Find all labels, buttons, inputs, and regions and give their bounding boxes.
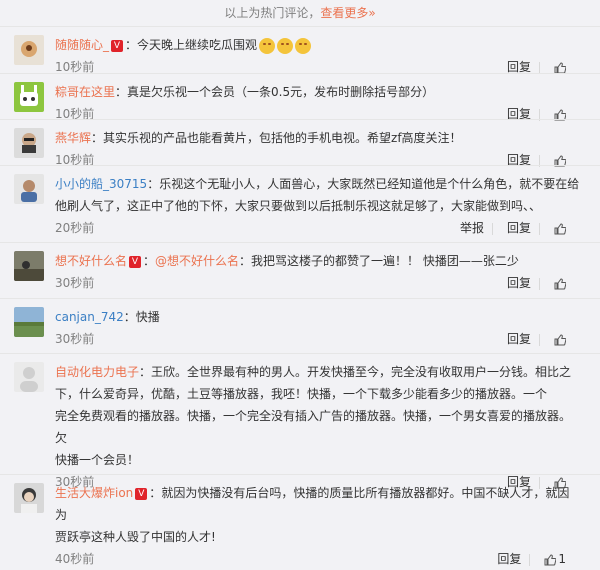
member-badge-icon: V [129, 255, 142, 268]
divider [539, 61, 540, 74]
comment-item: 想不好什么名 V ：@想不好什么名：我把骂这楼子的都赞了一遍！！ 快播团——张二少 … [0, 242, 600, 298]
comment-item: 生活大爆炸ion V ：就因为快播没有后台吗，快播的质量比所有播放器都好。中国不缺人… [0, 474, 600, 566]
see-more-link[interactable]: 查看更多» [320, 6, 375, 20]
separator: ： [125, 38, 138, 52]
comment-item: 随随随心_ V ：今天晚上继续吃瓜围观 10秒前 回复 [0, 26, 600, 74]
avatar[interactable] [14, 174, 44, 204]
like-icon[interactable] [544, 553, 557, 566]
avatar[interactable] [14, 483, 44, 513]
comment-item: 粽哥在这里：真是欠乐视一个会员（一条0.5元，发布时删除括号部分） 10秒前 回… [0, 73, 600, 121]
separator: ： [115, 85, 128, 99]
comment-text: 完全免费观看的播放器。快播，一个完全没有插入广告的播放器。快播，一个男女喜爱的播… [55, 409, 572, 445]
comment-item: 小小的船_30715：乐视这个无耻小人，人面兽心，大家既然已经知道他是个什么角色… [0, 165, 600, 242]
comment-text: 其实乐视的产品也能看黄片，包括他的手机电视。希望zf高度关注！ [103, 131, 462, 145]
reply-button[interactable]: 回复 [497, 552, 521, 566]
comment-time: 10秒前 [55, 60, 95, 74]
like-icon[interactable] [554, 333, 566, 346]
user-name[interactable]: 燕华辉 [55, 131, 91, 145]
reply-button[interactable]: 回复 [507, 332, 531, 346]
divider [539, 277, 540, 290]
separator: ： [147, 177, 160, 191]
hot-comments-bar: 以上为热门评论，查看更多» [0, 0, 600, 26]
user-name[interactable]: 自动化电力电子 [55, 365, 139, 379]
avatar[interactable] [14, 251, 44, 281]
avatar[interactable] [14, 362, 44, 392]
comment-item: 燕华辉：其实乐视的产品也能看黄片，包括他的手机电视。希望zf高度关注！ 10秒前… [0, 119, 600, 167]
user-name[interactable]: 粽哥在这里 [55, 85, 115, 99]
divider [529, 553, 531, 566]
avatar[interactable] [14, 307, 44, 337]
comment-time: 30秒前 [55, 276, 95, 290]
comment-text: 乐视这个无耻小人，人面兽心，大家既然已经知道他是个什么角色，就不要在给 [159, 177, 580, 191]
comment-text: 贾跃亭这种人毁了中国的人才! [55, 530, 216, 544]
separator: ： [123, 310, 136, 324]
comment-item: 自动化电力电子：王欣。全世界最有种的男人。开发快播至今，完全没有收取用户一分钱。… [0, 353, 600, 489]
separator: ： [143, 254, 156, 268]
user-name[interactable]: canjan_742 [55, 310, 124, 324]
emoji-icon [259, 37, 276, 54]
like-count: 1 [558, 552, 566, 566]
user-name[interactable]: 想不好什么名 [55, 254, 127, 268]
separator: ： [149, 486, 162, 500]
comment-text: 今天晚上继续吃瓜围观 [137, 38, 258, 52]
comment-time: 30秒前 [55, 332, 95, 346]
report-button[interactable]: 举报 [460, 221, 484, 235]
user-name[interactable]: 生活大爆炸ion [55, 486, 133, 500]
hot-comments-text: 以上为热门评论， [224, 6, 321, 20]
avatar[interactable] [14, 128, 44, 158]
like-icon[interactable] [554, 277, 566, 290]
reply-button[interactable]: 回复 [507, 276, 531, 290]
avatar[interactable] [14, 82, 44, 112]
member-badge-icon: V [135, 487, 148, 500]
comment-text: 王欣。全世界最有种的男人。开发快播至今，完全没有收取用户一分钱。相比之 [151, 365, 572, 379]
comment-text: 下，什么爱奇异，优酷，土豆等播放器，我呸！快播，一个下载多少能看多少的播放器。一… [55, 387, 548, 401]
comment-text: 真是欠乐视一个会员（一条0.5元，发布时删除括号部分） [127, 85, 435, 99]
separator: ： [139, 365, 152, 379]
user-name[interactable]: 随随随心_ [55, 38, 109, 52]
divider [491, 222, 493, 235]
comment-time: 20秒前 [55, 221, 95, 235]
divider [539, 333, 540, 346]
comment-item: canjan_742：快播 30秒前 回复 [0, 298, 600, 353]
like-icon[interactable] [554, 61, 566, 74]
mention-link[interactable]: @想不好什么名 [155, 254, 239, 268]
member-badge-icon: V [111, 39, 124, 52]
avatar[interactable] [14, 35, 44, 65]
comment-text: ：我把骂这楼子的都赞了一遍！！ 快播团——张二少 [239, 254, 519, 268]
comment-text: 快播一个会员！ [55, 453, 140, 467]
reply-button[interactable]: 回复 [507, 60, 531, 74]
separator: ： [91, 131, 104, 145]
reply-button[interactable]: 回复 [507, 221, 531, 235]
like-icon[interactable] [554, 222, 566, 235]
comment-text: 他刷人气了，这正中了他的下怀，大家只要做到以后抵制乐视这就足够了，大家能做到吗、… [55, 199, 542, 213]
comment-list: 随随随心_ V ：今天晚上继续吃瓜围观 10秒前 回复 粽哥在这里：真是欠乐视一个会… [0, 26, 600, 566]
comment-text: 快播 [135, 310, 160, 324]
comment-time: 40秒前 [55, 552, 95, 566]
user-name[interactable]: 小小的船_30715 [55, 177, 147, 191]
emoji-icon [277, 37, 294, 54]
divider [539, 222, 540, 235]
emoji-icon [295, 37, 312, 54]
